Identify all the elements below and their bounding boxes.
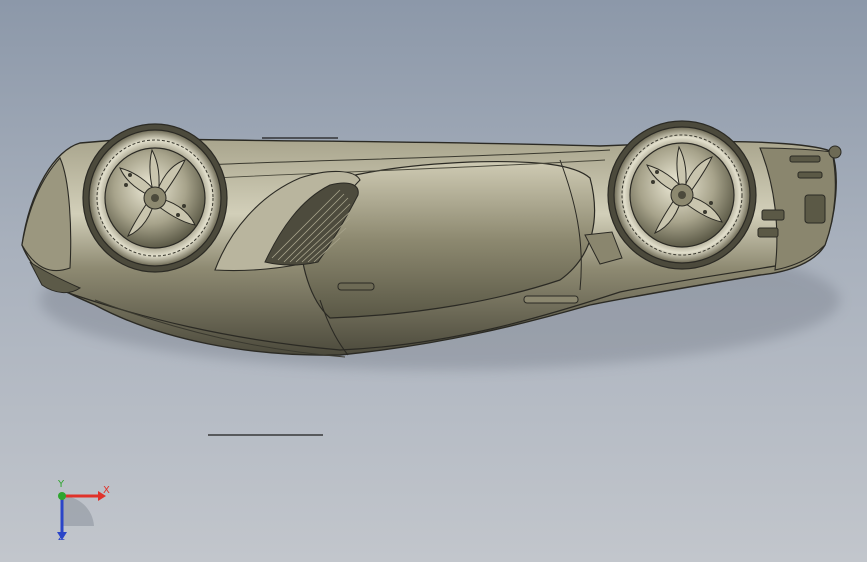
z-axis-label: Z (58, 532, 65, 543)
x-axis-label: X (103, 485, 110, 496)
rear-wheel[interactable] (607, 120, 757, 270)
car-model-view[interactable] (0, 0, 867, 562)
rear-handle[interactable] (523, 295, 579, 304)
front-wheel[interactable] (82, 123, 228, 273)
y-axis-label: Y (58, 479, 65, 490)
door-handle[interactable] (337, 282, 375, 291)
rear-light (828, 145, 842, 159)
graphics-viewport[interactable]: X Y Z (0, 0, 867, 562)
orientation-triad[interactable]: X Y Z (40, 478, 120, 548)
